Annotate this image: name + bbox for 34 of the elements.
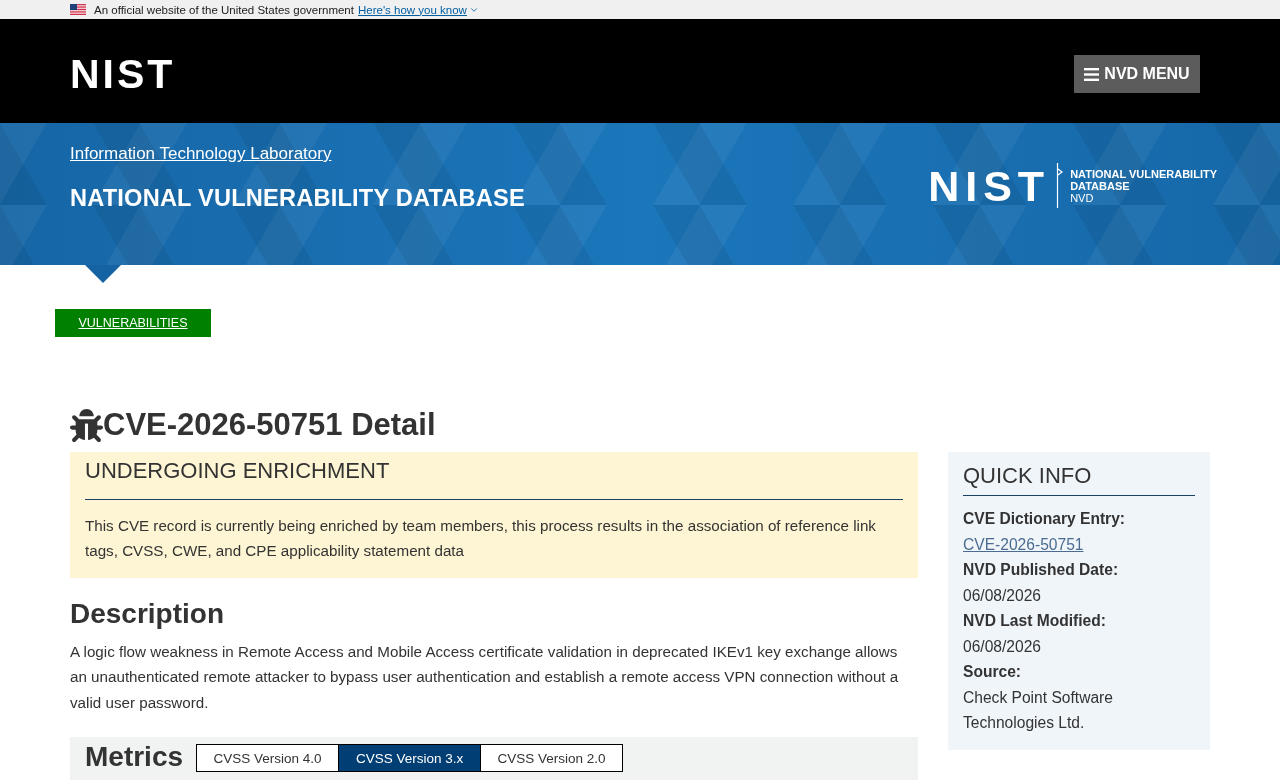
bug-icon [70,408,103,442]
lab-link[interactable]: Information Technology Laboratory [70,144,332,164]
enrichment-text: This CVE record is currently being enriched by team members, this process results in the association of reference link tags, CVSS, CWE, and CPE applicability statement data [85,516,877,562]
cvss-version-tab[interactable]: CVSS Version 3.x [338,744,482,773]
description-heading: Description [70,596,226,631]
field-value: 06/08/2026 [963,585,1043,606]
nvd-logo-abbreviation: NVD [1070,191,1095,204]
cvss-version-tab[interactable]: CVSS Version 2.0 [480,744,624,773]
logo-divider-icon [1056,163,1065,208]
nvd-logo-name: DATABASE [1070,179,1131,192]
field-value: Check Point Software Technologies Ltd. [963,687,1114,733]
cve-entry-link[interactable]: CVE-2026-50751 [963,531,1084,557]
enrichment-title: UNDERGOING ENRICHMENT [85,456,903,500]
gov-banner-text: An official website of the United States government [94,3,354,16]
nvd-menu-button[interactable]: NVD MENU [1074,55,1200,93]
nvd-logo-name: NATIONAL VULNERABILITY [1070,167,1217,180]
how-you-know-link[interactable]: Here's how you know [357,3,479,16]
field-value: 06/08/2026 [963,636,1043,657]
cvss-version-tab[interactable]: CVSS Version 4.0 [196,744,340,773]
quick-info-title: QUICK INFO [963,461,1195,496]
pointer-triangle-icon [85,265,121,283]
metrics-heading: Metrics [85,741,184,773]
menu-icon [1084,67,1100,81]
field-label: CVE Dictionary Entry: [963,509,1127,529]
field-label: NVD Last Modified: [963,611,1107,631]
us-flag-icon [70,4,86,15]
field-label: NVD Published Date: [963,560,1120,580]
description-text: A logic flow weakness in Remote Access and Mobile Access certificate validation in deprecated IKEv1 key exchange allows an unauthenticated remote attacker to bypass user authentication and establish a remote access VPN connection without a valid user password. [70,641,900,713]
field-label: Source: [963,662,1023,682]
site-title: NATIONAL VULNERABILITY DATABASE [70,185,525,212]
nist-logo-mark: NIST [928,170,1051,201]
nist-logo[interactable]: NIST [70,59,176,89]
vulnerabilities-breadcrumb[interactable]: VULNERABILITIES [55,309,211,337]
page-title: CVE-2026-50751 Detail [103,407,436,443]
